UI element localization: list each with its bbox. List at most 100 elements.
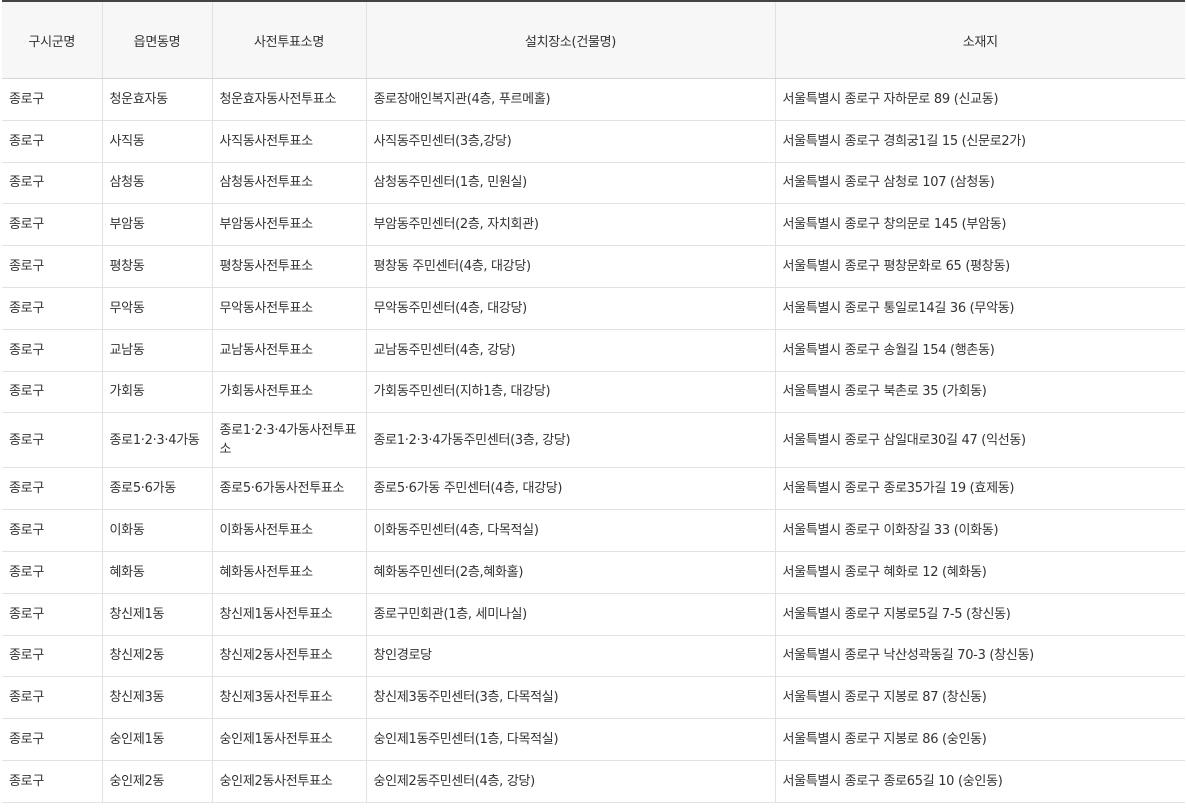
cell-town: 혜화동 <box>102 551 213 594</box>
cell-town: 가회동 <box>102 371 213 414</box>
table-row: 종로구 창신제1동 창신제1동사전투표소 종로구민회관(1층, 세미나실) 서울… <box>2 593 1185 636</box>
cell-building: 혜화동주민센터(2층,혜화홀) <box>366 551 776 594</box>
polling-station-table-container: 구시군명 읍면동명 사전투표소명 설치장소(건물명) 소재지 종로구 청운효자동… <box>0 0 1187 803</box>
cell-address: 서울특별시 종로구 지봉로5길 7-5 (창신동) <box>775 593 1185 636</box>
cell-district: 종로구 <box>2 203 103 247</box>
cell-district: 종로구 <box>2 635 103 678</box>
cell-address: 서울특별시 종로구 지봉로 87 (창신동) <box>775 676 1185 720</box>
cell-address: 서울특별시 종로구 종로65길 10 (숭인동) <box>775 760 1185 803</box>
cell-town: 사직동 <box>102 120 213 163</box>
cell-town: 창신제1동 <box>102 593 213 636</box>
cell-station-name: 종로1·2·3·4가동사전투표소 <box>212 412 367 469</box>
cell-district: 종로구 <box>2 78 103 121</box>
cell-town: 창신제3동 <box>102 676 213 720</box>
polling-station-table: 구시군명 읍면동명 사전투표소명 설치장소(건물명) 소재지 종로구 청운효자동… <box>2 0 1185 803</box>
cell-station-name: 부암동사전투표소 <box>212 203 367 247</box>
cell-station-name: 혜화동사전투표소 <box>212 551 367 594</box>
table-body: 종로구 청운효자동 청운효자동사전투표소 종로장애인복지관(4층, 푸르메홀) … <box>2 78 1185 803</box>
cell-address: 서울특별시 종로구 창의문로 145 (부암동) <box>775 203 1185 247</box>
cell-district: 종로구 <box>2 551 103 594</box>
cell-address: 서울특별시 종로구 혜화로 12 (혜화동) <box>775 551 1185 594</box>
table-row: 종로구 무악동 무악동사전투표소 무악동주민센터(4층, 대강당) 서울특별시 … <box>2 287 1185 330</box>
column-header-town: 읍면동명 <box>102 0 213 79</box>
cell-town: 청운효자동 <box>102 78 213 121</box>
cell-address: 서울특별시 종로구 송월길 154 (행촌동) <box>775 329 1185 372</box>
cell-town: 교남동 <box>102 329 213 372</box>
cell-district: 종로구 <box>2 593 103 636</box>
cell-building: 가회동주민센터(지하1층, 대강당) <box>366 371 776 414</box>
cell-town: 무악동 <box>102 287 213 330</box>
cell-district: 종로구 <box>2 718 103 761</box>
table-row: 종로구 창신제2동 창신제2동사전투표소 창인경로당 서울특별시 종로구 낙산성… <box>2 635 1185 678</box>
cell-address: 서울특별시 종로구 지봉로 86 (숭인동) <box>775 718 1185 761</box>
column-header-station-name: 사전투표소명 <box>212 0 367 79</box>
cell-building: 삼청동주민센터(1층, 민원실) <box>366 162 776 205</box>
cell-town: 종로1·2·3·4가동 <box>102 412 213 469</box>
cell-district: 종로구 <box>2 162 103 205</box>
cell-district: 종로구 <box>2 245 103 288</box>
header-row: 구시군명 읍면동명 사전투표소명 설치장소(건물명) 소재지 <box>2 0 1185 79</box>
cell-address: 서울특별시 종로구 통일로14길 36 (무악동) <box>775 287 1185 330</box>
cell-station-name: 사직동사전투표소 <box>212 120 367 163</box>
cell-address: 서울특별시 종로구 자하문로 89 (신교동) <box>775 78 1185 121</box>
cell-town: 창신제2동 <box>102 635 213 678</box>
cell-district: 종로구 <box>2 329 103 372</box>
table-row: 종로구 이화동 이화동사전투표소 이화동주민센터(4층, 다목적실) 서울특별시… <box>2 509 1185 552</box>
cell-building: 사직동주민센터(3층,강당) <box>366 120 776 163</box>
cell-address: 서울특별시 종로구 삼청로 107 (삼청동) <box>775 162 1185 205</box>
cell-building: 교남동주민센터(4층, 강당) <box>366 329 776 372</box>
cell-building: 종로장애인복지관(4층, 푸르메홀) <box>366 78 776 121</box>
table-row: 종로구 부암동 부암동사전투표소 부암동주민센터(2층, 자치회관) 서울특별시… <box>2 203 1185 247</box>
column-header-building: 설치장소(건물명) <box>366 0 776 79</box>
cell-station-name: 가회동사전투표소 <box>212 371 367 414</box>
cell-town: 숭인제2동 <box>102 760 213 803</box>
table-row: 종로구 숭인제1동 숭인제1동사전투표소 숭인제1동주민센터(1층, 다목적실)… <box>2 718 1185 761</box>
cell-town: 종로5·6가동 <box>102 467 213 511</box>
cell-district: 종로구 <box>2 509 103 552</box>
cell-station-name: 평창동사전투표소 <box>212 245 367 288</box>
cell-building: 창신제3동주민센터(3층, 다목적실) <box>366 676 776 720</box>
cell-building: 숭인제1동주민센터(1층, 다목적실) <box>366 718 776 761</box>
column-header-district: 구시군명 <box>2 0 103 79</box>
cell-station-name: 창신제2동사전투표소 <box>212 635 367 678</box>
cell-district: 종로구 <box>2 467 103 511</box>
table-row: 종로구 가회동 가회동사전투표소 가회동주민센터(지하1층, 대강당) 서울특별… <box>2 371 1185 414</box>
cell-address: 서울특별시 종로구 낙산성곽동길 70-3 (창신동) <box>775 635 1185 678</box>
cell-town: 삼청동 <box>102 162 213 205</box>
cell-district: 종로구 <box>2 120 103 163</box>
cell-station-name: 종로5·6가동사전투표소 <box>212 467 367 511</box>
cell-building: 평창동 주민센터(4층, 대강당) <box>366 245 776 288</box>
table-row: 종로구 숭인제2동 숭인제2동사전투표소 숭인제2동주민센터(4층, 강당) 서… <box>2 760 1185 803</box>
cell-station-name: 청운효자동사전투표소 <box>212 78 367 121</box>
table-row: 종로구 교남동 교남동사전투표소 교남동주민센터(4층, 강당) 서울특별시 종… <box>2 329 1185 372</box>
cell-district: 종로구 <box>2 412 103 469</box>
cell-building: 이화동주민센터(4층, 다목적실) <box>366 509 776 552</box>
table-row: 종로구 혜화동 혜화동사전투표소 혜화동주민센터(2층,혜화홀) 서울특별시 종… <box>2 551 1185 594</box>
cell-address: 서울특별시 종로구 삼일대로30길 47 (익선동) <box>775 412 1185 469</box>
cell-address: 서울특별시 종로구 종로35가길 19 (효제동) <box>775 467 1185 511</box>
cell-address: 서울특별시 종로구 이화장길 33 (이화동) <box>775 509 1185 552</box>
cell-station-name: 창신제1동사전투표소 <box>212 593 367 636</box>
cell-address: 서울특별시 종로구 북촌로 35 (가회동) <box>775 371 1185 414</box>
cell-town: 평창동 <box>102 245 213 288</box>
cell-town: 이화동 <box>102 509 213 552</box>
cell-station-name: 숭인제2동사전투표소 <box>212 760 367 803</box>
cell-district: 종로구 <box>2 371 103 414</box>
table-row: 종로구 종로5·6가동 종로5·6가동사전투표소 종로5·6가동 주민센터(4층… <box>2 467 1185 511</box>
cell-station-name: 숭인제1동사전투표소 <box>212 718 367 761</box>
table-header: 구시군명 읍면동명 사전투표소명 설치장소(건물명) 소재지 <box>2 0 1185 79</box>
cell-address: 서울특별시 종로구 평창문화로 65 (평창동) <box>775 245 1185 288</box>
cell-building: 부암동주민센터(2층, 자치회관) <box>366 203 776 247</box>
cell-station-name: 이화동사전투표소 <box>212 509 367 552</box>
cell-building: 종로5·6가동 주민센터(4층, 대강당) <box>366 467 776 511</box>
cell-building: 무악동주민센터(4층, 대강당) <box>366 287 776 330</box>
cell-station-name: 교남동사전투표소 <box>212 329 367 372</box>
table-row: 종로구 종로1·2·3·4가동 종로1·2·3·4가동사전투표소 종로1·2·3… <box>2 412 1185 469</box>
cell-district: 종로구 <box>2 287 103 330</box>
cell-address: 서울특별시 종로구 경희궁1길 15 (신문로2가) <box>775 120 1185 163</box>
table-row: 종로구 평창동 평창동사전투표소 평창동 주민센터(4층, 대강당) 서울특별시… <box>2 245 1185 288</box>
cell-town: 숭인제1동 <box>102 718 213 761</box>
cell-station-name: 창신제3동사전투표소 <box>212 676 367 720</box>
table-row: 종로구 창신제3동 창신제3동사전투표소 창신제3동주민센터(3층, 다목적실)… <box>2 676 1185 720</box>
cell-building: 숭인제2동주민센터(4층, 강당) <box>366 760 776 803</box>
